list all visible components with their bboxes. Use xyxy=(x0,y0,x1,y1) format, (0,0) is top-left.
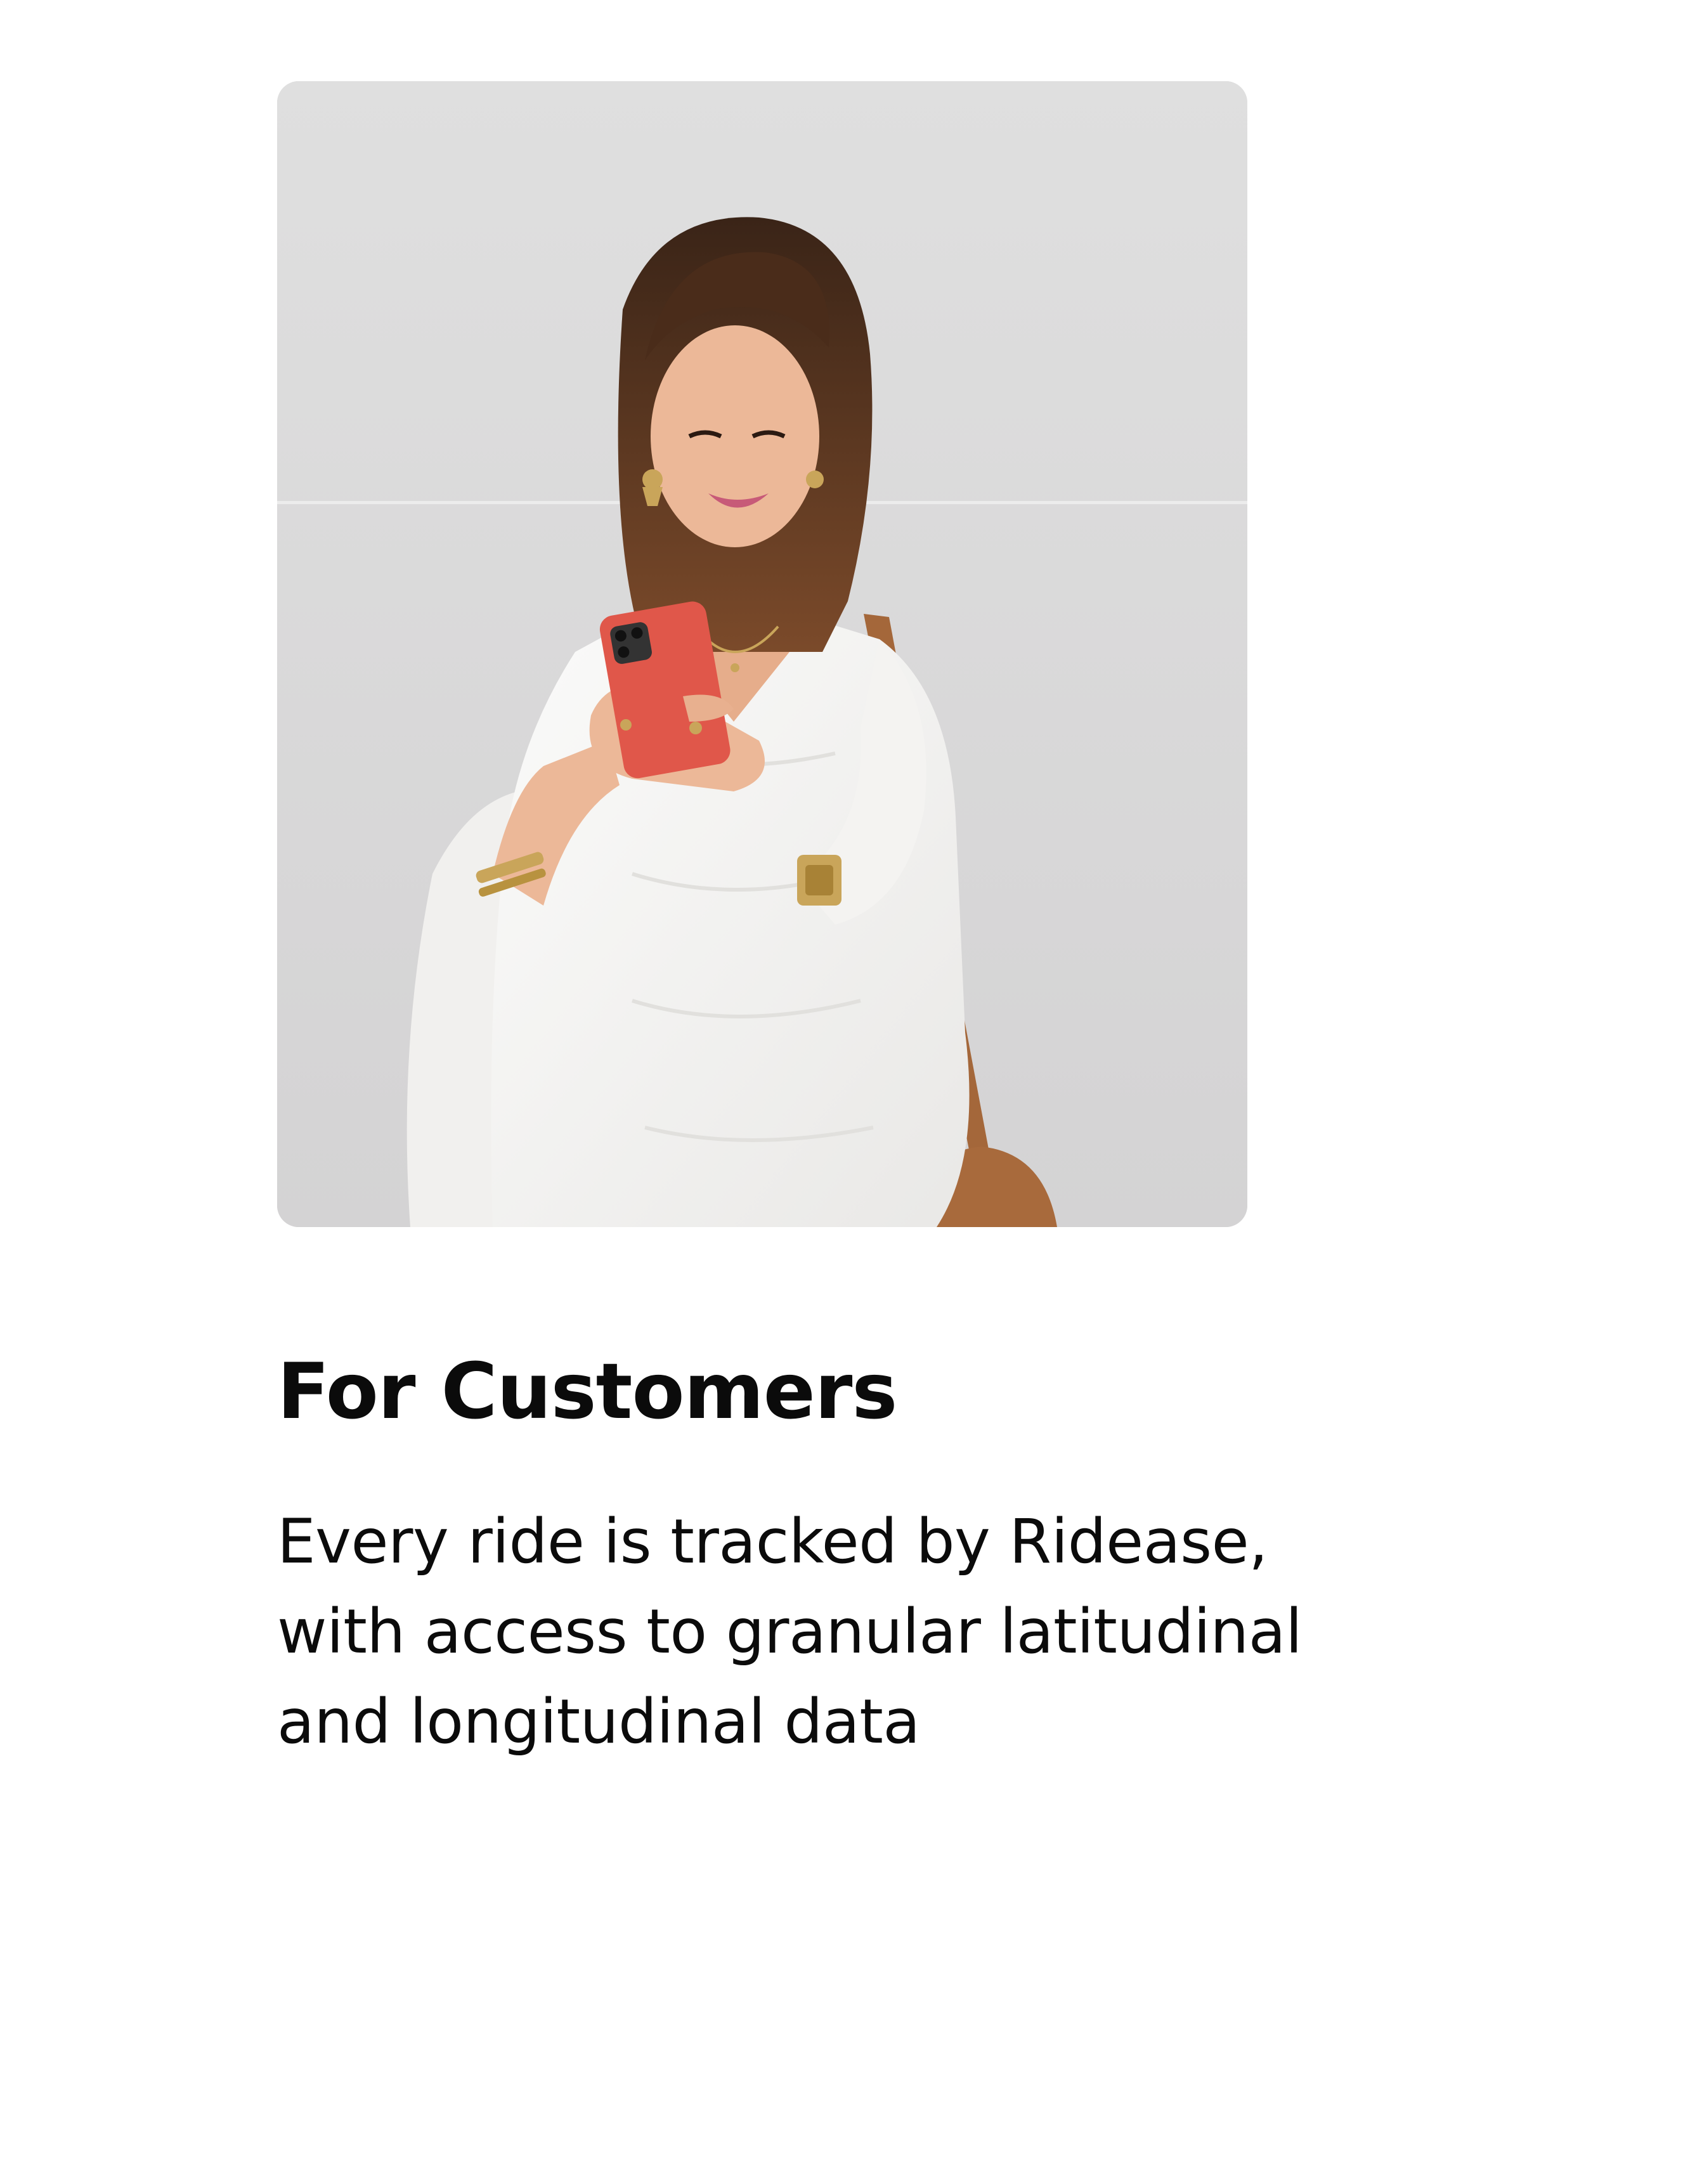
customer-photo-illustration xyxy=(277,81,1247,1227)
description-line: Every ride is tracked by Ridease, xyxy=(277,1506,1268,1577)
customer-feature-card: For Customers Every ride is tracked by R… xyxy=(0,0,1702,2184)
description-line: with access to granular latitudinal xyxy=(277,1596,1302,1667)
card-title: For Customers xyxy=(277,1347,897,1436)
customer-photo xyxy=(277,81,1247,1227)
description-line: and longitudinal data xyxy=(277,1686,920,1757)
card-description: Every ride is tracked by Ridease, with a… xyxy=(277,1497,1514,1767)
